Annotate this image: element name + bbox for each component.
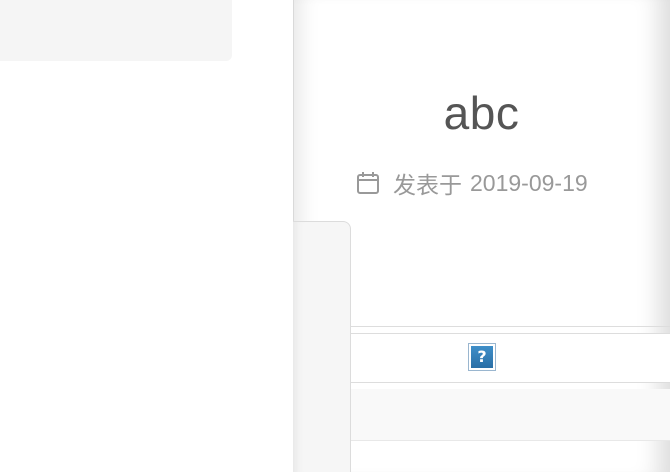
divider xyxy=(351,333,670,334)
post-meta: 发表于 2019-09-19 xyxy=(356,166,588,200)
broken-image-icon[interactable]: ? xyxy=(468,343,496,371)
post-date: 2019-09-19 xyxy=(470,169,588,196)
page: abc 发表于 2019-09-19 ? xyxy=(0,0,670,472)
divider xyxy=(351,382,670,383)
divider xyxy=(351,326,670,327)
sidebar-panel xyxy=(0,0,232,61)
post-meta-label: 发表于 xyxy=(393,172,462,198)
content-band xyxy=(351,389,670,440)
image-placeholder: ? xyxy=(471,346,493,368)
image-row xyxy=(351,333,670,382)
calendar-icon xyxy=(356,171,380,195)
sidebar-toc-card xyxy=(293,221,351,472)
divider xyxy=(351,440,670,441)
post-title[interactable]: abc xyxy=(293,86,670,140)
